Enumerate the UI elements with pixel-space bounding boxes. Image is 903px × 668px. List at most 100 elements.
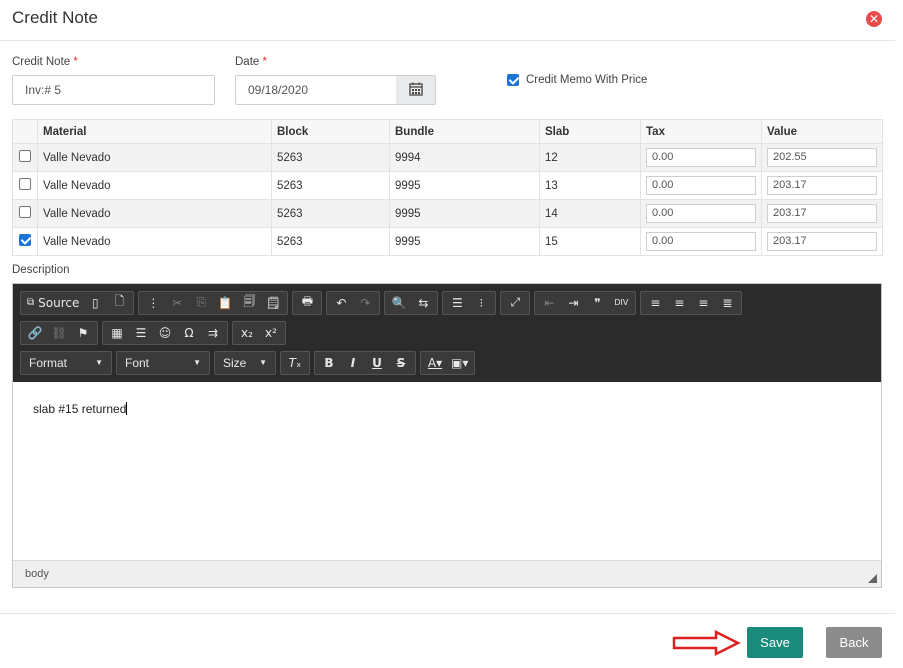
bundle-cell: 9995 [389, 199, 540, 228]
tax-cell: 0.00 [640, 171, 762, 200]
credit-memo-checkbox[interactable] [507, 74, 519, 86]
align-center-icon[interactable]: ≡ [668, 293, 690, 313]
table-icon[interactable]: ▦ [106, 323, 128, 343]
tax-cell: 0.00 [640, 199, 762, 228]
description-label: Description [12, 264, 70, 276]
material-cell: Valle Nevado [37, 171, 272, 200]
cut-icon[interactable]: ✂ [166, 293, 188, 313]
page-break-icon[interactable]: ⇉ [202, 323, 224, 343]
editor-text: slab #15 returned [33, 402, 127, 416]
toolbar-row-1: ⧉ Source ▯ 🗋 ⋮ ✂ ⎘ 📋 🗐 🗒 🖶 ↶ ↷ 🔍 ⇆ ☰ ⁝ ⤢… [20, 289, 874, 316]
row-checkbox[interactable] [19, 150, 31, 162]
print-icon[interactable]: 🖶 [296, 293, 318, 313]
toolbar-group-clear: Tₓ [280, 350, 310, 375]
bundle-cell: 9994 [389, 143, 540, 172]
calendar-button[interactable] [396, 75, 436, 105]
decrease-indent-icon[interactable]: ⇤ [538, 293, 560, 313]
date-input[interactable]: 09/18/2020 [235, 75, 397, 105]
format-dropdown[interactable]: Format ▼ [20, 350, 112, 375]
bulleted-list-icon[interactable]: ⁝ [470, 293, 492, 313]
element-path[interactable]: body [25, 568, 49, 580]
value-input[interactable]: 203.17 [767, 232, 877, 251]
toolbar-group-align: ≡ ≡ ≡ ≣ [640, 290, 743, 315]
redo-icon[interactable]: ↷ [354, 293, 376, 313]
save-doc-icon[interactable]: ▯ [84, 293, 106, 313]
background-color-icon[interactable]: ▣▾ [448, 353, 471, 373]
bold-icon[interactable]: B [318, 353, 340, 373]
text-cursor [126, 402, 128, 415]
header-tax: Tax [640, 119, 762, 144]
tax-input[interactable]: 0.00 [646, 148, 756, 167]
row-checkbox[interactable] [19, 178, 31, 190]
toolbar-row-3: Format ▼ Font ▼ Size ▼ Tₓ B I U S A▾ ▣▾ [20, 349, 874, 376]
toolbar-group-script: x₂ x² [232, 320, 286, 345]
paste-text-icon[interactable]: 🗐 [238, 293, 260, 313]
credit-note-input[interactable]: Inv:# 5 [12, 75, 215, 105]
row-checkbox[interactable] [19, 206, 31, 218]
font-label: Font [125, 355, 150, 370]
size-dropdown[interactable]: Size ▼ [214, 350, 276, 375]
unlink-icon[interactable]: ⛓ [48, 323, 70, 343]
link-icon[interactable]: 🔗 [24, 323, 46, 343]
templates-icon[interactable]: ⋮ [142, 293, 164, 313]
bundle-cell: 9995 [389, 227, 540, 256]
maximize-icon[interactable]: ⤢ [504, 293, 526, 313]
align-left-icon[interactable]: ≡ [644, 293, 666, 313]
toolbar-group-clipboard: ⋮ ✂ ⎘ 📋 🗐 🗒 [138, 290, 289, 315]
value-input[interactable]: 203.17 [767, 204, 877, 223]
replace-icon[interactable]: ⇆ [412, 293, 434, 313]
special-char-icon[interactable]: Ω [178, 323, 200, 343]
anchor-flag-icon[interactable]: ⚑ [72, 323, 94, 343]
slab-table: Material Block Bundle Slab Tax Value Val… [12, 119, 883, 256]
toolbar-group-links: 🔗 ⛓ ⚑ [20, 320, 98, 345]
value-cell: 202.55 [761, 143, 883, 172]
tax-input[interactable]: 0.00 [646, 176, 756, 195]
back-button[interactable]: Back [826, 627, 882, 658]
row-checkbox[interactable] [19, 234, 31, 246]
toolbar-group-lists: ☰ ⁝ [442, 290, 497, 315]
block-cell: 5263 [271, 227, 390, 256]
credit-note-label: Credit Note * [12, 56, 78, 68]
create-div-icon[interactable]: DIV [610, 293, 632, 313]
toolbar-row-2: 🔗 ⛓ ⚑ ▦ ☰ ☺ Ω ⇉ x₂ x² [20, 319, 874, 346]
align-right-icon[interactable]: ≡ [692, 293, 714, 313]
value-input[interactable]: 203.17 [767, 176, 877, 195]
save-button[interactable]: Save [747, 627, 803, 658]
dialog-header: Credit Note ✕ [0, 0, 895, 41]
underline-icon[interactable]: U [366, 353, 388, 373]
numbered-list-icon[interactable]: ☰ [446, 293, 468, 313]
value-cell: 203.17 [761, 171, 883, 200]
blockquote-icon[interactable]: ❞ [586, 293, 608, 313]
tax-input[interactable]: 0.00 [646, 204, 756, 223]
paste-icon[interactable]: 📋 [214, 293, 236, 313]
strikethrough-icon[interactable]: S [390, 353, 412, 373]
editor-content-area[interactable]: slab #15 returned [13, 382, 881, 560]
row-select-cell [12, 227, 38, 256]
horizontal-line-icon[interactable]: ☰ [130, 323, 152, 343]
remove-format-icon[interactable]: Tₓ [284, 353, 306, 373]
text-color-icon[interactable]: A▾ [424, 353, 446, 373]
date-label: Date * [235, 56, 267, 68]
copy-icon[interactable]: ⎘ [190, 293, 212, 313]
tax-input[interactable]: 0.00 [646, 232, 756, 251]
table-header-row: Material Block Bundle Slab Tax Value [12, 119, 883, 144]
find-icon[interactable]: 🔍 [388, 293, 410, 313]
subscript-icon[interactable]: x₂ [236, 323, 258, 343]
credit-memo-with-price[interactable]: Credit Memo With Price [507, 74, 647, 86]
slab-cell: 12 [539, 143, 641, 172]
italic-icon[interactable]: I [342, 353, 364, 373]
superscript-icon[interactable]: x² [260, 323, 282, 343]
increase-indent-icon[interactable]: ⇥ [562, 293, 584, 313]
close-icon[interactable]: ✕ [866, 11, 882, 27]
align-justify-icon[interactable]: ≣ [716, 293, 738, 313]
value-input[interactable]: 202.55 [767, 148, 877, 167]
value-cell: 203.17 [761, 199, 883, 228]
font-dropdown[interactable]: Font ▼ [116, 350, 210, 375]
resize-handle-icon[interactable] [868, 574, 877, 583]
new-page-icon[interactable]: 🗋 [108, 293, 130, 313]
smiley-icon[interactable]: ☺ [154, 323, 176, 343]
paste-word-icon[interactable]: 🗒 [262, 293, 284, 313]
undo-icon[interactable]: ↶ [330, 293, 352, 313]
date-label-text: Date [235, 56, 260, 68]
source-button[interactable]: ⧉ Source [24, 293, 82, 313]
